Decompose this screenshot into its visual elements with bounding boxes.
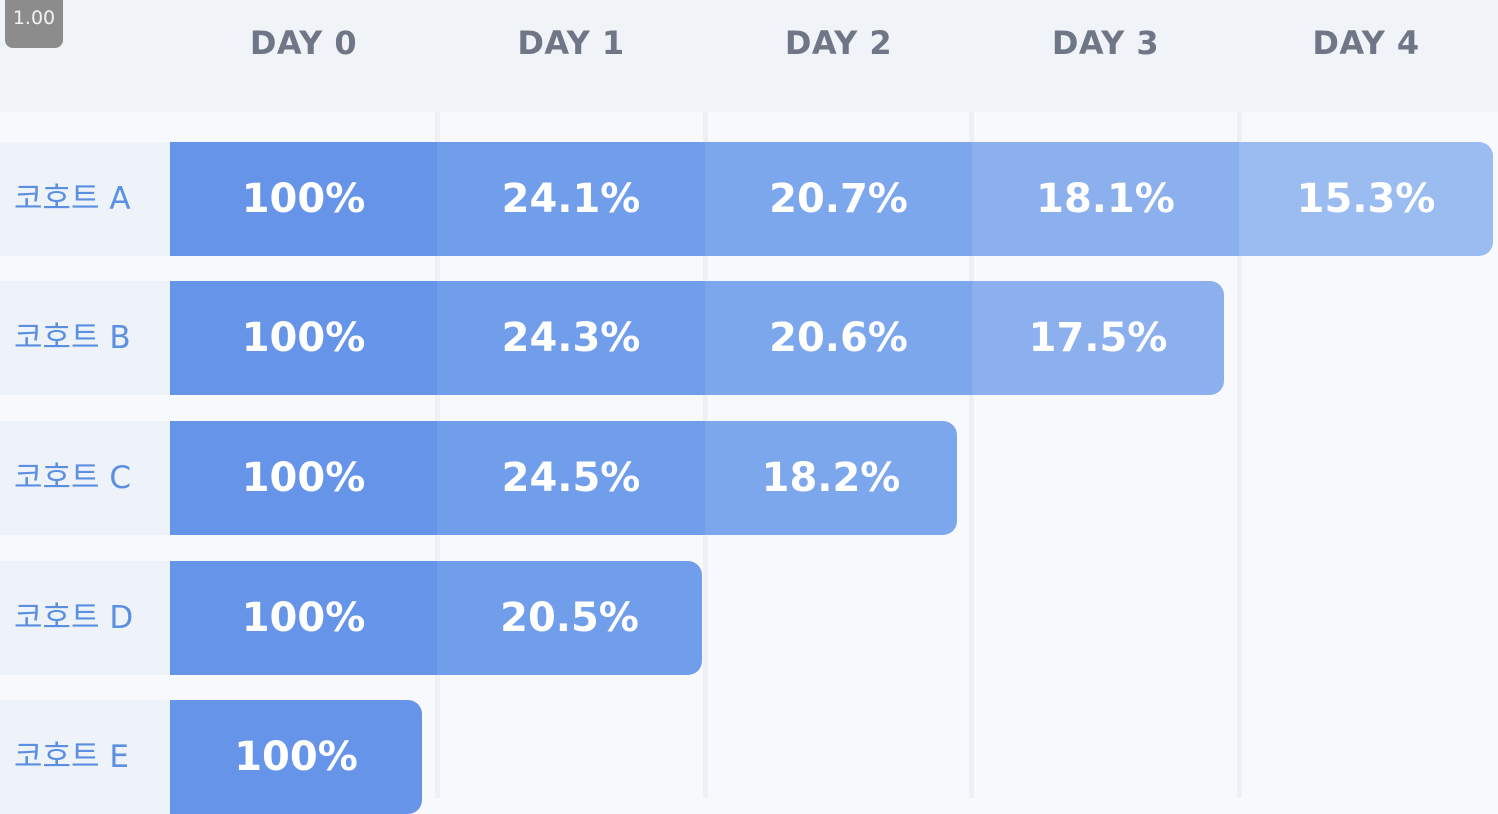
heatmap-cell-r0-c2: 20.7% <box>705 142 972 256</box>
heatmap-cell-r0-c1: 24.1% <box>437 142 705 256</box>
heatmap-cell-r1-c1: 24.3% <box>437 281 705 395</box>
row-label-cohort-1: 코호트 B <box>0 281 170 395</box>
heatmap-cell-r1-c2: 20.6% <box>705 281 972 395</box>
row-label-cohort-0: 코호트 A <box>0 142 170 256</box>
heatmap-cell-r4-c0: 100% <box>170 700 422 814</box>
heatmap-cell-r0-c0: 100% <box>170 142 437 256</box>
heatmap-cell-r3-c1: 20.5% <box>437 561 702 675</box>
heatmap-cell-r2-c1: 24.5% <box>437 421 705 535</box>
heatmap-cell-r1-c3: 17.5% <box>972 281 1224 395</box>
heatmap-cell-r0-c3: 18.1% <box>972 142 1239 256</box>
row-label-cohort-3: 코호트 D <box>0 561 170 675</box>
heatmap-cell-r2-c2: 18.2% <box>705 421 957 535</box>
heatmap-cell-r0-c4: 15.3% <box>1239 142 1493 256</box>
row-label-cohort-2: 코호트 C <box>0 421 170 535</box>
column-header-day-1: DAY 1 <box>517 24 625 62</box>
zoom-level-badge: 1.00 <box>5 0 63 48</box>
column-header-day-0: DAY 0 <box>249 24 358 62</box>
row-label-cohort-4: 코호트 E <box>0 700 170 814</box>
column-header-day-4: DAY 4 <box>1312 24 1420 62</box>
heatmap-cell-r1-c0: 100% <box>170 281 437 395</box>
column-header-day-3: DAY 3 <box>1051 24 1160 62</box>
heatmap-cell-r2-c0: 100% <box>170 421 437 535</box>
column-header-day-2: DAY 2 <box>784 24 893 62</box>
heatmap-cell-r3-c0: 100% <box>170 561 437 675</box>
